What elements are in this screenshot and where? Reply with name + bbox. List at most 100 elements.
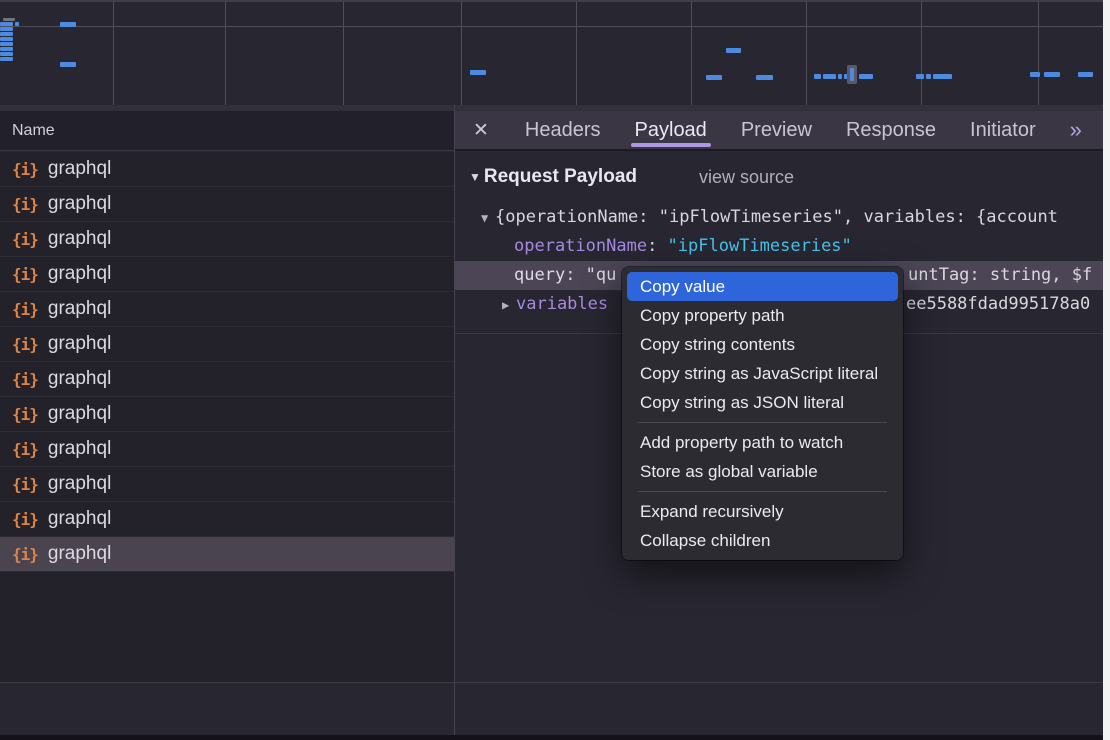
request-timing-bar[interactable]	[726, 48, 741, 53]
request-name-label: graphql	[48, 403, 111, 425]
request-row[interactable]: {i}graphql	[0, 327, 454, 362]
json-text: : "qu	[565, 265, 616, 285]
request-timing-bar[interactable]	[1030, 72, 1040, 77]
tab-response[interactable]: Response	[846, 111, 936, 149]
more-tabs-icon[interactable]: »	[1070, 117, 1080, 143]
screenshot-right-edge	[1103, 0, 1110, 740]
tab-preview[interactable]: Preview	[741, 111, 812, 149]
request-timing-bar[interactable]	[3, 18, 15, 21]
request-row[interactable]: {i}graphql	[0, 537, 454, 572]
tab-headers[interactable]: Headers	[525, 111, 601, 149]
request-timing-bar[interactable]	[0, 42, 13, 46]
context-menu-item-expand-recursively[interactable]: Expand recursively	[627, 497, 898, 526]
request-row[interactable]: {i} graphql	[0, 467, 454, 502]
waterfall-gridline	[691, 2, 692, 107]
request-name-label: graphql	[48, 228, 111, 250]
fetch-json-icon: {i}	[12, 475, 38, 494]
request-row[interactable]: {i}graphql	[0, 292, 454, 327]
context-menu-item-copy-string-contents[interactable]: Copy string contents	[627, 330, 898, 359]
waterfall-gridline	[113, 2, 114, 107]
request-timing-bar[interactable]	[0, 27, 13, 31]
context-menu-item-copy-string-as-json-literal[interactable]: Copy string as JSON literal	[627, 388, 898, 417]
json-key: query	[514, 265, 565, 285]
request-timing-bar[interactable]	[60, 22, 76, 27]
context-menu-item-copy-value[interactable]: Copy value	[627, 272, 898, 301]
waterfall-gridline	[225, 2, 226, 107]
payload-tree-row[interactable]: operationName: "ipFlowTimeseries"	[455, 232, 1103, 261]
request-name-label: graphql	[48, 193, 111, 215]
request-timing-bar[interactable]	[0, 37, 13, 41]
fetch-json-icon: {i}	[12, 510, 38, 529]
request-name-label: graphql	[48, 508, 111, 530]
request-timing-bar[interactable]	[15, 22, 19, 26]
context-menu-item-add-property-path-to-watch[interactable]: Add property path to watch	[627, 428, 898, 457]
context-menu-item-copy-string-as-javascript-literal[interactable]: Copy string as JavaScript literal	[627, 359, 898, 388]
request-timing-bar[interactable]	[916, 74, 924, 79]
view-source-link[interactable]: view source	[699, 167, 794, 188]
selected-request-marker[interactable]	[847, 65, 857, 84]
footer-divider	[0, 682, 1103, 683]
request-timing-bar[interactable]	[838, 74, 842, 79]
request-name-label: graphql	[48, 543, 111, 565]
fetch-json-icon: {i}	[12, 440, 38, 459]
selected-request-marker-bar	[850, 68, 854, 81]
request-row[interactable]: {i}graphql	[0, 222, 454, 257]
request-row[interactable]: {i} graphql	[0, 432, 454, 467]
window-bottom-edge	[0, 735, 1103, 740]
menu-separator	[638, 491, 887, 492]
request-name-label: graphql	[48, 333, 111, 355]
request-timing-bar[interactable]	[823, 74, 836, 79]
details-tab-bar: ✕ Headers Payload Preview Response Initiator…	[455, 111, 1103, 151]
request-timing-bar[interactable]	[0, 32, 13, 36]
request-timing-bar[interactable]	[706, 75, 722, 80]
payload-tree-row[interactable]: ▼{operationName: "ipFlowTimeseries", var…	[455, 203, 1103, 232]
context-menu-item-collapse-children[interactable]: Collapse children	[627, 526, 898, 555]
fetch-json-icon: {i}	[12, 405, 38, 424]
request-name-label: graphql	[48, 473, 111, 495]
request-timing-bar[interactable]	[756, 75, 773, 80]
waterfall-gridline	[1038, 2, 1039, 107]
request-name-label: graphql	[48, 438, 111, 460]
json-text: :	[647, 236, 667, 256]
request-row[interactable]: {i}graphql	[0, 257, 454, 292]
fetch-json-icon: {i}	[12, 160, 38, 179]
context-menu-item-copy-property-path[interactable]: Copy property path	[627, 301, 898, 330]
tab-initiator[interactable]: Initiator	[970, 111, 1036, 149]
request-row[interactable]: {i}graphql	[0, 152, 454, 187]
request-timing-bar[interactable]	[1078, 72, 1093, 77]
request-timing-bar[interactable]	[60, 62, 76, 67]
request-name-label: graphql	[48, 263, 111, 285]
json-text: {operationName: "ipFlowTimeseries", vari…	[495, 207, 1058, 227]
context-menu-item-store-as-global-variable[interactable]: Store as global variable	[627, 457, 898, 486]
request-row[interactable]: {i} graphql	[0, 502, 454, 537]
waterfall-gridline	[343, 2, 344, 107]
close-icon[interactable]: ✕	[473, 119, 489, 142]
json-text-fragment: ee5588fdad995178a0	[906, 290, 1090, 319]
request-row[interactable]: {i} graphql	[0, 397, 454, 432]
request-timing-bar[interactable]	[0, 22, 13, 26]
waterfall-gridline	[921, 2, 922, 107]
fetch-json-icon: {i}	[12, 300, 38, 319]
json-string-value: "ipFlowTimeseries"	[668, 236, 852, 256]
request-timing-bar[interactable]	[470, 70, 486, 75]
request-timing-bar[interactable]	[1044, 72, 1060, 77]
request-timing-bar[interactable]	[814, 74, 821, 79]
waterfall-gridline	[806, 2, 807, 107]
request-timing-bar[interactable]	[0, 57, 13, 61]
collapsed-arrow-icon[interactable]: ▶	[502, 291, 516, 319]
request-timing-bar[interactable]	[0, 52, 13, 56]
request-row[interactable]: {i}graphql	[0, 362, 454, 397]
expanded-arrow-icon[interactable]: ▼	[481, 204, 495, 232]
context-menu: Copy valueCopy property pathCopy string …	[622, 267, 903, 560]
tab-payload[interactable]: Payload	[635, 111, 707, 149]
network-overview-waterfall[interactable]	[0, 0, 1103, 107]
request-timing-bar[interactable]	[933, 74, 952, 79]
name-column-header[interactable]: Name	[0, 111, 454, 151]
request-timing-bar[interactable]	[926, 74, 931, 79]
waterfall-gridline	[576, 2, 577, 107]
section-collapse-icon[interactable]: ▼	[469, 170, 481, 184]
request-timing-bar[interactable]	[0, 47, 13, 51]
request-timing-bar[interactable]	[859, 74, 873, 79]
json-key: operationName	[514, 236, 647, 256]
request-row[interactable]: {i}graphql	[0, 187, 454, 222]
